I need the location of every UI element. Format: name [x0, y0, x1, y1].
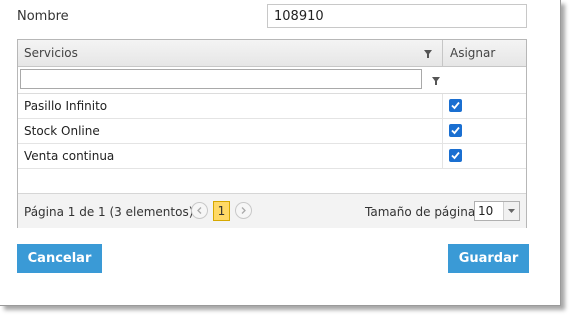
- page-size-label: Tamaño de página:: [365, 205, 480, 219]
- page-size-select[interactable]: 10: [474, 201, 520, 221]
- table-row[interactable]: Venta continua: [18, 144, 526, 169]
- services-grid: Servicios Asignar Pasillo Infinito Stock…: [17, 39, 527, 228]
- table-row[interactable]: Pasillo Infinito: [18, 94, 526, 119]
- prev-page-button[interactable]: [191, 202, 208, 219]
- column-divider: [442, 144, 443, 168]
- column-divider: [442, 94, 443, 118]
- checkmark-icon: [451, 101, 460, 110]
- column-header-asignar[interactable]: Asignar: [450, 46, 495, 60]
- chevron-down-icon: [508, 209, 515, 213]
- filter-icon[interactable]: [431, 75, 441, 85]
- servicios-filter-input[interactable]: [20, 69, 422, 89]
- next-page-button[interactable]: [235, 202, 252, 219]
- column-divider: [442, 119, 443, 143]
- chevron-left-icon: [197, 207, 202, 214]
- name-input[interactable]: [267, 4, 527, 28]
- pager: Página 1 de 1 (3 elementos) 1 Tamaño de …: [18, 193, 526, 228]
- servicio-cell: Pasillo Infinito: [24, 99, 108, 113]
- dialog-panel: Nombre Servicios Asignar Pasillo Infinit…: [0, 0, 561, 306]
- servicio-cell: Stock Online: [24, 124, 100, 138]
- current-page[interactable]: 1: [213, 201, 230, 221]
- grid-header: Servicios Asignar: [18, 40, 526, 67]
- checkmark-icon: [451, 151, 460, 160]
- chevron-right-icon: [241, 207, 246, 214]
- column-divider: [442, 40, 443, 66]
- table-row[interactable]: Stock Online: [18, 119, 526, 144]
- column-header-servicios[interactable]: Servicios: [24, 46, 78, 60]
- asignar-checkbox[interactable]: [449, 124, 462, 137]
- page-size-dropdown-button[interactable]: [503, 202, 519, 220]
- pager-info: Página 1 de 1 (3 elementos): [24, 205, 194, 219]
- asignar-checkbox[interactable]: [449, 149, 462, 162]
- servicio-cell: Venta continua: [24, 149, 115, 163]
- cancel-button[interactable]: Cancelar: [17, 244, 102, 273]
- checkmark-icon: [451, 126, 460, 135]
- asignar-checkbox[interactable]: [449, 99, 462, 112]
- name-label: Nombre: [17, 9, 69, 24]
- filter-row: [18, 67, 526, 94]
- save-button[interactable]: Guardar: [448, 244, 529, 273]
- filter-icon[interactable]: [423, 48, 433, 58]
- page-size-value: 10: [478, 204, 494, 218]
